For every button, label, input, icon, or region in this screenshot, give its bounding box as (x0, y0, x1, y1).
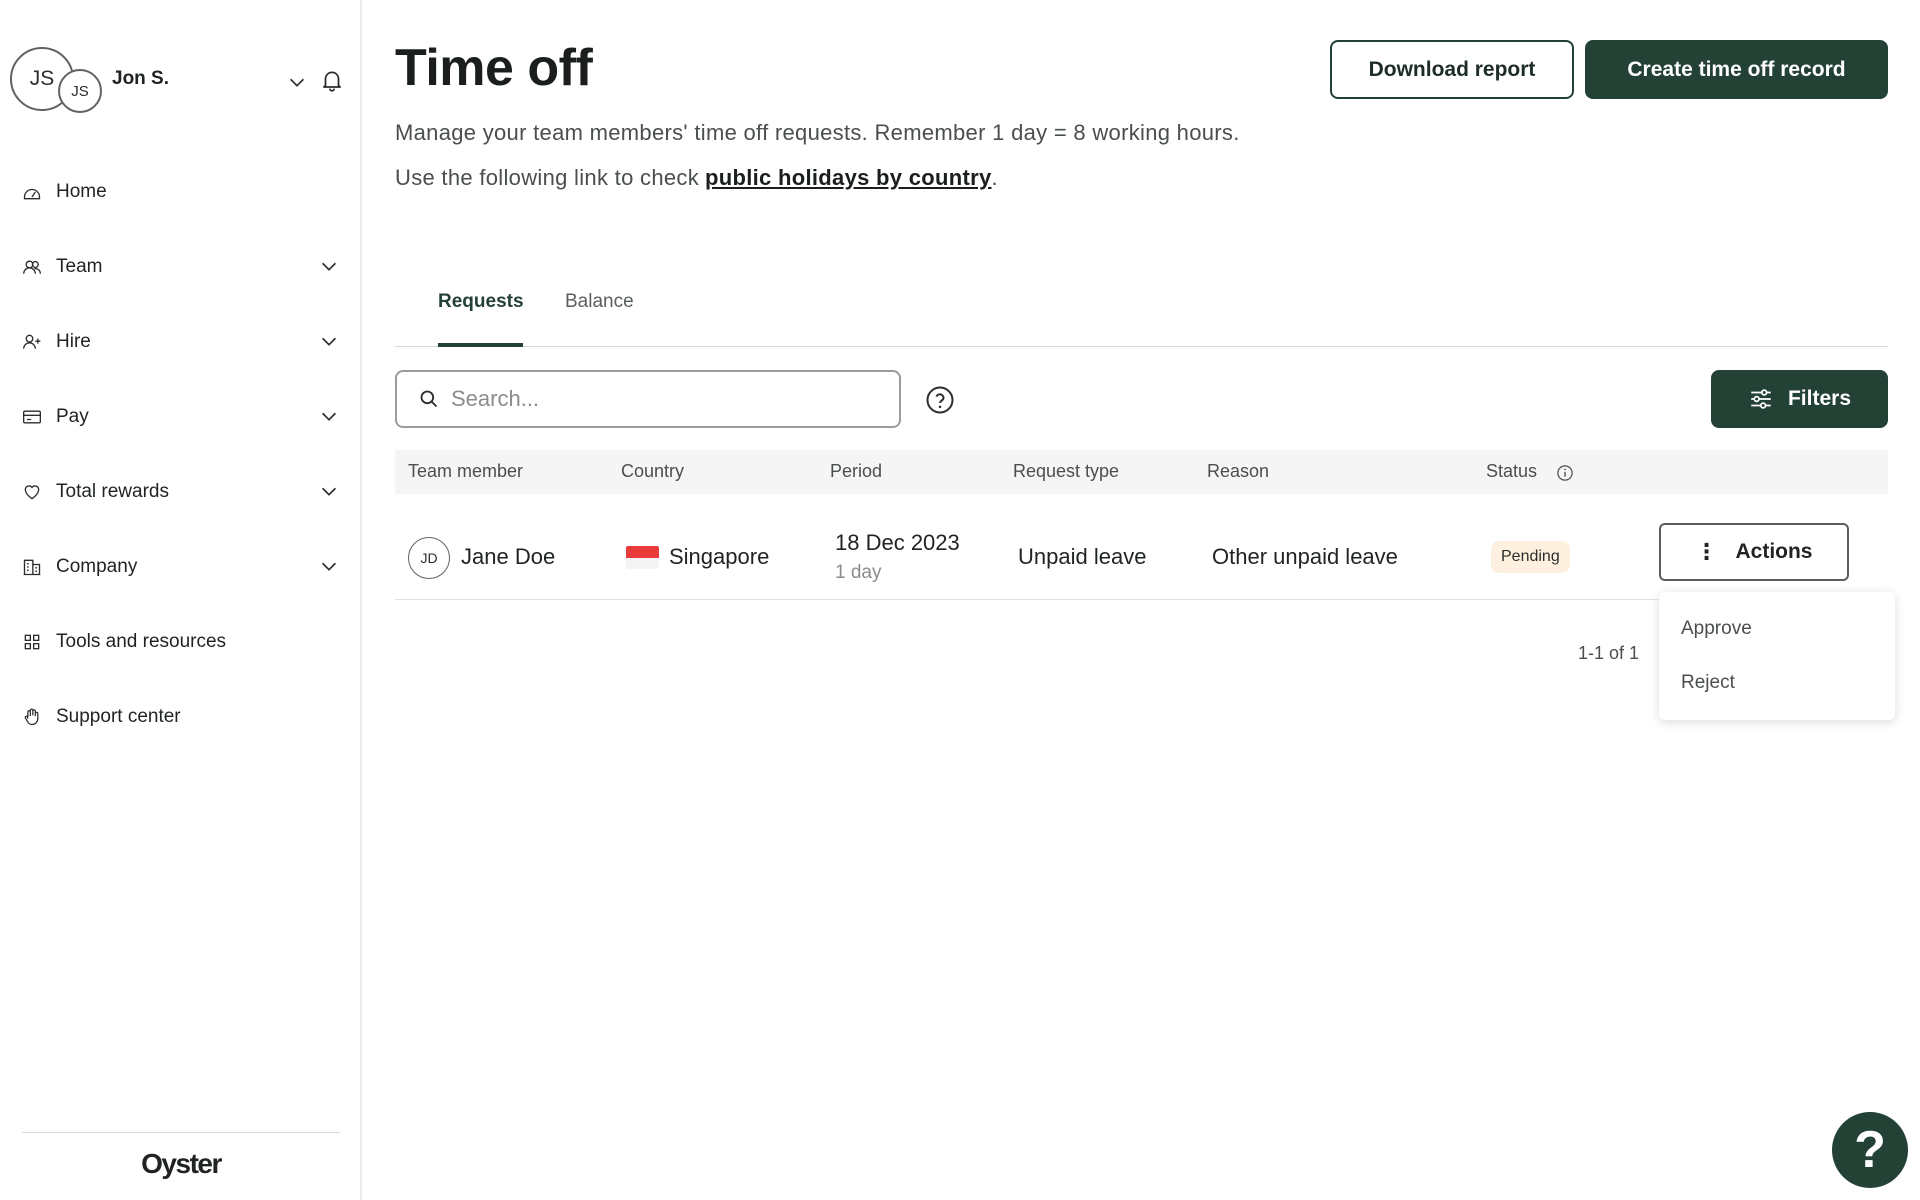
sidebar-item-support-center[interactable]: Support center (0, 679, 362, 754)
filters-button[interactable]: Filters (1711, 370, 1888, 428)
team-icon (22, 257, 42, 277)
singapore-flag-icon (626, 546, 659, 569)
hand-icon (22, 707, 42, 727)
sidebar-divider (22, 1132, 340, 1133)
period-duration: 1 day (835, 562, 882, 583)
request-type-cell: Unpaid leave (1018, 544, 1147, 569)
status-badge: Pending (1491, 541, 1570, 573)
sidebar-item-company[interactable]: Company (0, 529, 362, 604)
sidebar-item-label: Support center (56, 705, 181, 727)
tab-requests[interactable]: Requests (438, 291, 524, 313)
user-menu[interactable]: JS JS Jon S. (10, 47, 350, 115)
avatar-secondary[interactable]: JS (58, 69, 102, 113)
menu-item-approve[interactable]: Approve (1681, 618, 1752, 640)
search-box[interactable] (395, 370, 901, 428)
column-header-team-member: Team member (408, 461, 524, 481)
page-description-link-row: Use the following link to check public ho… (395, 165, 998, 191)
sidebar-item-label: Company (56, 555, 138, 577)
column-header-status: Status (1486, 461, 1538, 481)
sidebar-item-label: Home (56, 180, 107, 202)
menu-item-reject[interactable]: Reject (1681, 672, 1735, 694)
actions-button[interactable]: ⋮ Actions (1659, 523, 1849, 581)
tabs: Requests Balance (395, 275, 1888, 347)
sidebar-item-label: Team (56, 255, 103, 277)
sidebar-item-pay[interactable]: Pay (0, 379, 362, 454)
country-cell: Singapore (669, 544, 770, 569)
download-report-button[interactable]: Download report (1330, 40, 1574, 99)
bell-icon[interactable] (319, 67, 345, 93)
home-icon (22, 182, 42, 202)
building-icon (22, 557, 42, 577)
kebab-icon: ⋮ (1695, 539, 1718, 564)
tab-active-indicator (438, 343, 523, 347)
page-description: Manage your team members' time off reque… (395, 120, 1240, 145)
public-holidays-link[interactable]: public holidays by country (705, 165, 992, 190)
chevron-down-icon[interactable] (318, 330, 340, 352)
help-icon[interactable] (925, 385, 955, 415)
create-time-off-record-button[interactable]: Create time off record (1585, 40, 1888, 99)
sidebar-item-label: Hire (56, 330, 91, 352)
sidebar-item-label: Pay (56, 405, 89, 427)
info-icon[interactable] (1556, 464, 1574, 482)
period-date: 18 Dec 2023 (835, 530, 960, 555)
table-header: Team member Country Period Request type … (395, 450, 1888, 494)
sliders-icon (1751, 389, 1771, 409)
grid-icon (22, 632, 42, 652)
reason-cell: Other unpaid leave (1212, 544, 1398, 569)
column-header-country: Country (621, 461, 685, 481)
page-title: Time off (395, 39, 593, 97)
chevron-down-icon[interactable] (318, 480, 340, 502)
logo: Oyster (141, 1148, 222, 1179)
help-button[interactable]: ? (1832, 1112, 1908, 1188)
avatar: JD (408, 537, 450, 579)
sidebar-item-home[interactable]: Home (0, 154, 362, 229)
description-text: Use the following link to check (395, 165, 700, 190)
tab-balance[interactable]: Balance (565, 291, 634, 313)
sidebar-item-tools-and-resources[interactable]: Tools and resources (0, 604, 362, 679)
pagination-info: 1-1 of 1 (1578, 643, 1640, 663)
sidebar-item-team[interactable]: Team (0, 229, 362, 304)
pay-icon (22, 407, 42, 427)
chevron-down-icon[interactable] (318, 255, 340, 277)
chevron-down-icon[interactable] (318, 555, 340, 577)
sidebar-nav: Home Team Hire Pay Total rewards Company (0, 154, 362, 754)
search-input[interactable] (451, 386, 871, 412)
sidebar: JS JS Jon S. Home Team Hire Pay Total re… (0, 0, 362, 1200)
hire-icon (22, 332, 42, 352)
sidebar-item-label: Total rewards (56, 480, 169, 502)
description-period: . (991, 165, 998, 190)
chevron-down-icon[interactable] (286, 71, 308, 93)
team-member-name[interactable]: Jane Doe (461, 544, 555, 570)
search-icon (420, 390, 438, 408)
column-header-period: Period (830, 461, 883, 481)
sidebar-item-total-rewards[interactable]: Total rewards (0, 454, 362, 529)
filters-label: Filters (1787, 387, 1852, 410)
actions-dropdown-menu: Approve Reject (1659, 592, 1895, 720)
column-header-request-type: Request type (1013, 461, 1120, 481)
actions-label: Actions (1735, 540, 1813, 563)
sidebar-item-label: Tools and resources (56, 630, 227, 652)
column-header-reason: Reason (1207, 461, 1270, 481)
table-row[interactable]: JD Jane Doe Singapore 18 Dec 2023 1 day … (395, 500, 1888, 600)
chevron-down-icon[interactable] (318, 405, 340, 427)
user-name[interactable]: Jon S. (112, 68, 169, 90)
sidebar-item-hire[interactable]: Hire (0, 304, 362, 379)
heart-icon (22, 482, 42, 502)
